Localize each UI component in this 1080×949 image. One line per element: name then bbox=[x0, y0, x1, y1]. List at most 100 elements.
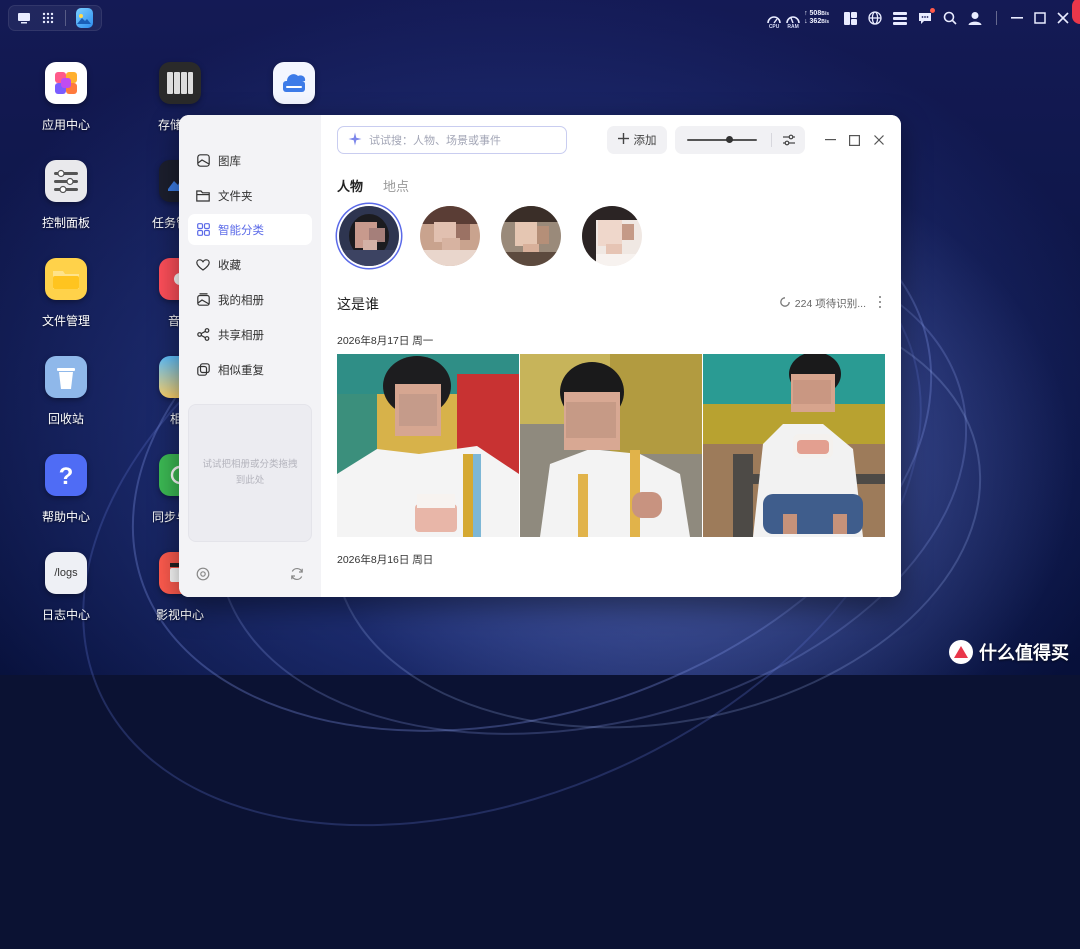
desktop-icon-label: 控制面板 bbox=[41, 216, 90, 230]
ram-label: RAM bbox=[787, 24, 799, 30]
loading-spinner-icon bbox=[779, 297, 790, 310]
desktop-icon-app-center[interactable]: 应用中心 bbox=[24, 62, 108, 133]
logs-icon-text: /logs bbox=[54, 567, 78, 579]
dropzone-hint: 试试把相册或分类拖拽到此处 bbox=[202, 459, 298, 486]
net-up-unit: B/s bbox=[821, 11, 829, 17]
ram-gauge-icon: RAM bbox=[785, 11, 801, 30]
top-taskbar: CPU RAM ↑ 508B/s ↓ 362B/s bbox=[0, 0, 1080, 36]
taskbar-left-group bbox=[8, 5, 102, 31]
sidebar-item-gallery[interactable]: 图库 bbox=[188, 145, 312, 176]
svg-text:?: ? bbox=[59, 463, 74, 488]
date-group-header: 2026年8月16日 周日 bbox=[337, 554, 434, 566]
net-down-unit: B/s bbox=[821, 19, 829, 25]
album-icon bbox=[196, 293, 210, 307]
zoom-slider-track[interactable] bbox=[687, 139, 757, 141]
taskbar-divider bbox=[64, 10, 66, 26]
sidebar-item-label: 我的相册 bbox=[218, 294, 264, 307]
sidebar-item-similar-duplicates[interactable]: 相似重复 bbox=[188, 354, 312, 385]
sidebar: 图库 文件夹 智能分类 收藏 我的相册 共享相册 相似重复 试试把相册或分类拖拽… bbox=[179, 115, 321, 597]
control-panel-icon bbox=[45, 160, 87, 202]
desktop-icon-label: 影视中心 bbox=[155, 608, 204, 622]
desktop-icon-label: 帮助中心 bbox=[41, 510, 90, 524]
resource-monitor[interactable]: CPU RAM ↑ 508B/s ↓ 362B/s bbox=[766, 10, 833, 30]
photos-app-taskbar-icon[interactable] bbox=[75, 8, 93, 28]
album-dropzone[interactable]: 试试把相册或分类拖拽到此处 bbox=[188, 404, 312, 542]
duplicate-icon bbox=[196, 363, 210, 377]
desktop-icon-control-panel[interactable]: 控制面板 bbox=[24, 160, 108, 231]
gallery-icon bbox=[196, 154, 210, 168]
zoom-control bbox=[675, 126, 805, 154]
sidebar-item-shared-albums[interactable]: 共享相册 bbox=[188, 319, 312, 350]
taskbar-right-group: CPU RAM ↑ 508B/s ↓ 362B/s bbox=[766, 6, 1070, 30]
person-avatar[interactable] bbox=[582, 206, 642, 266]
help-icon: ? bbox=[45, 454, 87, 496]
smart-grid-icon bbox=[196, 223, 210, 237]
desktop-icon-recycle-bin[interactable]: 回收站 bbox=[24, 356, 108, 427]
zoom-divider bbox=[771, 133, 772, 147]
user-icon[interactable] bbox=[967, 10, 983, 26]
main-content: 试试搜：人物、场景或事件 添加 人物 地点 这是谁 224 项待识别... 20… bbox=[321, 115, 901, 597]
person-avatar[interactable] bbox=[501, 206, 561, 266]
filter-settings-icon[interactable] bbox=[782, 133, 796, 147]
zoom-slider-thumb[interactable] bbox=[725, 136, 733, 143]
storage-icon bbox=[159, 62, 201, 104]
sidebar-item-label: 收藏 bbox=[218, 259, 241, 272]
close-icon[interactable] bbox=[1056, 11, 1070, 25]
desktop-icon-backup[interactable] bbox=[252, 62, 336, 104]
desktop-icon-label: 应用中心 bbox=[41, 118, 90, 132]
net-up-value: ↑ 508 bbox=[804, 10, 822, 17]
network-speed: ↑ 508B/s ↓ 362B/s bbox=[804, 10, 829, 26]
window-minimize-icon[interactable] bbox=[824, 134, 836, 146]
edge-notification-tab[interactable] bbox=[1072, 0, 1080, 24]
category-tabs: 人物 地点 bbox=[337, 176, 409, 195]
sidebar-item-my-albums[interactable]: 我的相册 bbox=[188, 284, 312, 315]
date-group-header: 2026年8月17日 周一 bbox=[337, 335, 434, 347]
watermark: 什么值得买 bbox=[949, 639, 1069, 665]
search-icon[interactable] bbox=[942, 10, 958, 26]
maximize-icon[interactable] bbox=[1033, 11, 1047, 25]
person-avatar[interactable] bbox=[339, 206, 399, 266]
tab-people[interactable]: 人物 bbox=[337, 176, 363, 195]
sidebar-item-label: 相似重复 bbox=[218, 364, 264, 377]
sidebar-item-folder[interactable]: 文件夹 bbox=[188, 180, 312, 211]
sidebar-item-label: 图库 bbox=[218, 155, 241, 168]
plus-icon bbox=[617, 133, 629, 147]
photo-thumbnail[interactable] bbox=[337, 354, 519, 537]
minimize-icon[interactable] bbox=[1010, 11, 1024, 25]
photo-thumbnail[interactable] bbox=[703, 354, 885, 537]
sidebar-item-smart-category[interactable]: 智能分类 bbox=[188, 214, 312, 245]
app-center-icon bbox=[45, 62, 87, 104]
window-close-icon[interactable] bbox=[873, 134, 885, 146]
sidebar-item-favorites[interactable]: 收藏 bbox=[188, 249, 312, 280]
ai-sparkle-icon bbox=[348, 132, 362, 149]
widgets-icon[interactable] bbox=[842, 10, 858, 26]
desktop-icon-help-center[interactable]: ? 帮助中心 bbox=[24, 454, 108, 525]
desktop-icon-label: 日志中心 bbox=[41, 608, 90, 622]
show-desktop-icon[interactable] bbox=[17, 10, 31, 26]
notification-dot bbox=[930, 8, 935, 13]
person-avatar[interactable] bbox=[420, 206, 480, 266]
sidebar-item-label: 智能分类 bbox=[218, 224, 264, 237]
add-button[interactable]: 添加 bbox=[607, 126, 667, 154]
cpu-label: CPU bbox=[768, 24, 780, 30]
window-maximize-icon[interactable] bbox=[848, 134, 860, 146]
trash-icon bbox=[45, 356, 87, 398]
pending-text: 224 项待识别... bbox=[794, 298, 866, 310]
message-icon[interactable] bbox=[917, 8, 935, 26]
search-input[interactable]: 试试搜：人物、场景或事件 bbox=[337, 126, 567, 154]
folder-app-icon bbox=[45, 258, 87, 300]
taskbar-divider-right bbox=[996, 11, 997, 25]
cpu-gauge-icon: CPU bbox=[766, 11, 782, 30]
tab-places[interactable]: 地点 bbox=[383, 176, 409, 195]
refresh-icon[interactable] bbox=[289, 566, 305, 582]
task-list-icon[interactable] bbox=[892, 10, 908, 26]
more-options-icon[interactable] bbox=[877, 295, 883, 309]
desktop-icon-file-manager[interactable]: 文件管理 bbox=[24, 258, 108, 329]
settings-icon[interactable] bbox=[195, 566, 211, 582]
globe-icon[interactable] bbox=[867, 10, 883, 26]
desktop-icon-log-center[interactable]: /logs 日志中心 bbox=[24, 552, 108, 623]
folder-icon bbox=[196, 189, 210, 203]
desktop-icon-label: 文件管理 bbox=[41, 314, 90, 328]
photo-thumbnail[interactable] bbox=[520, 354, 702, 537]
app-grid-icon[interactable] bbox=[41, 10, 55, 26]
